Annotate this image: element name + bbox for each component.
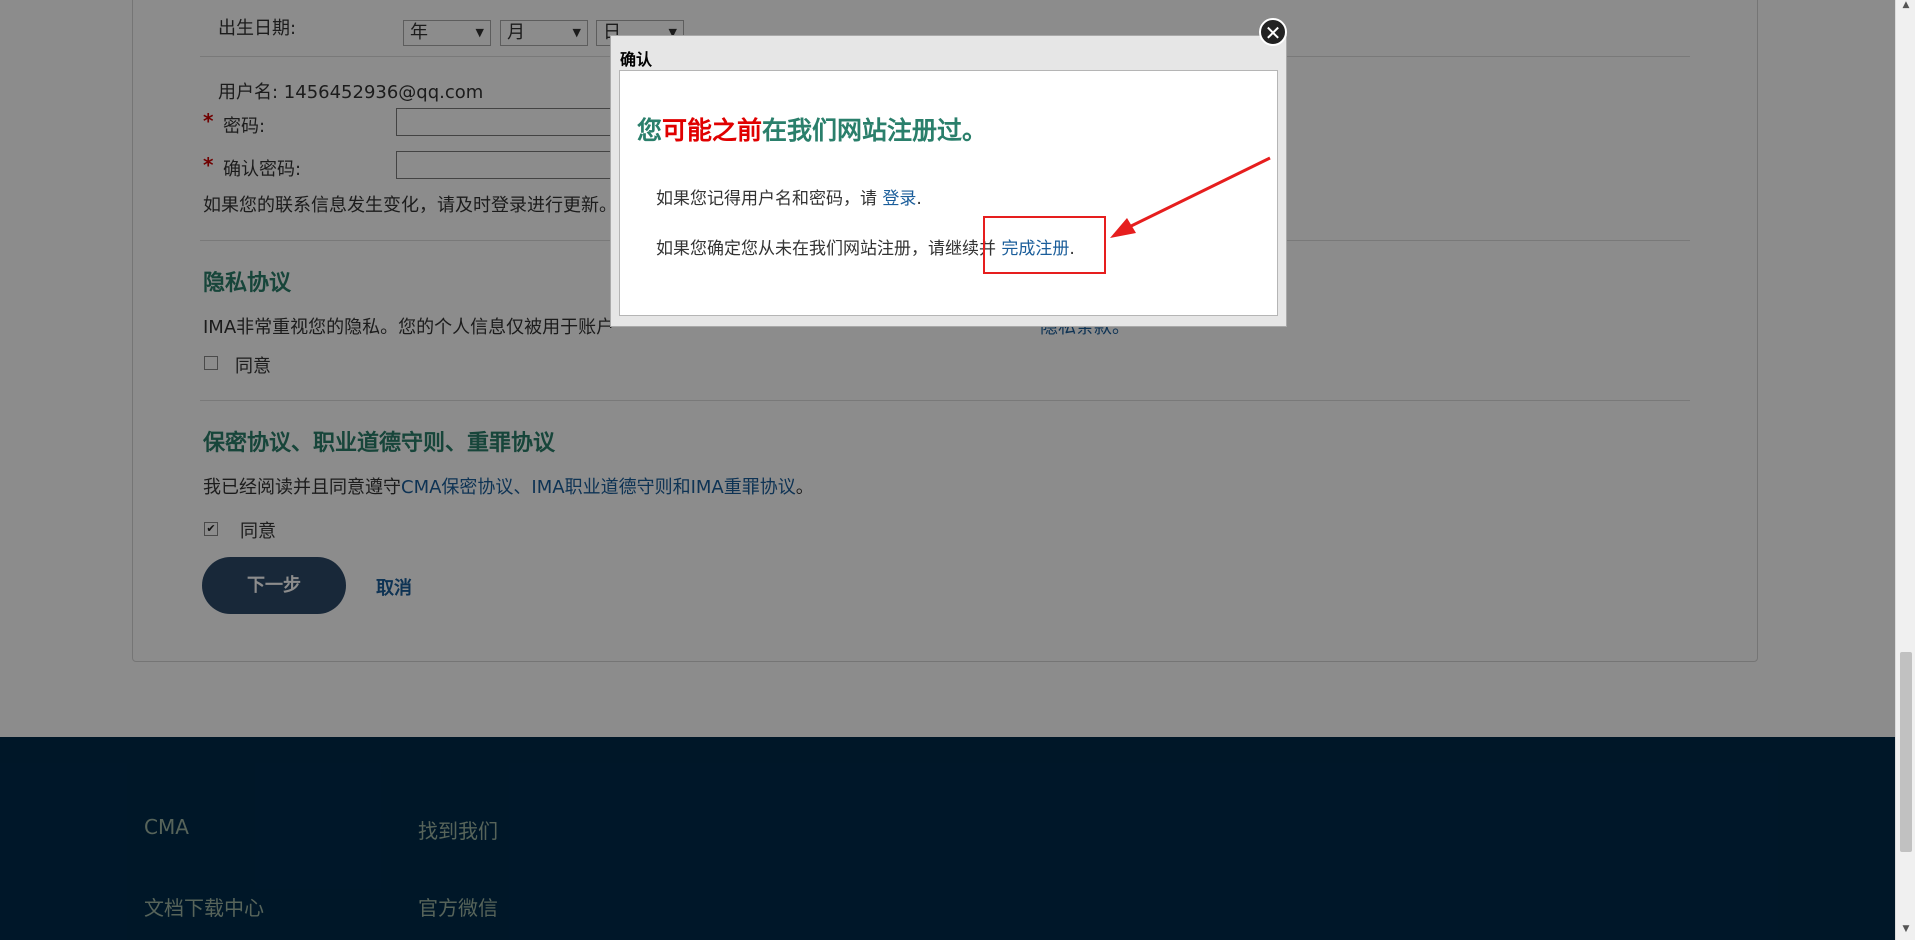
confirm-dialog: 确认 您可能之前在我们网站注册过。 如果您记得用户名和密码，请 登录. 如果您确… — [610, 35, 1287, 327]
scroll-down-icon[interactable]: ▼ — [1896, 924, 1915, 940]
close-icon[interactable]: ✕ — [1259, 18, 1287, 46]
scroll-up-icon[interactable]: ▲ — [1896, 0, 1915, 16]
login-link[interactable]: 登录 — [882, 189, 916, 209]
page-scrollbar[interactable]: ▲ ▼ — [1895, 0, 1915, 940]
dialog-title: 确认 — [620, 50, 653, 69]
dialog-heading: 您可能之前在我们网站注册过。 — [637, 116, 988, 145]
dialog-body: 您可能之前在我们网站注册过。 如果您记得用户名和密码，请 登录. 如果您确定您从… — [619, 70, 1278, 316]
annotation-highlight-box — [983, 216, 1106, 274]
dialog-login-line: 如果您记得用户名和密码，请 登录. — [656, 189, 922, 209]
scrollbar-thumb[interactable] — [1900, 652, 1912, 852]
